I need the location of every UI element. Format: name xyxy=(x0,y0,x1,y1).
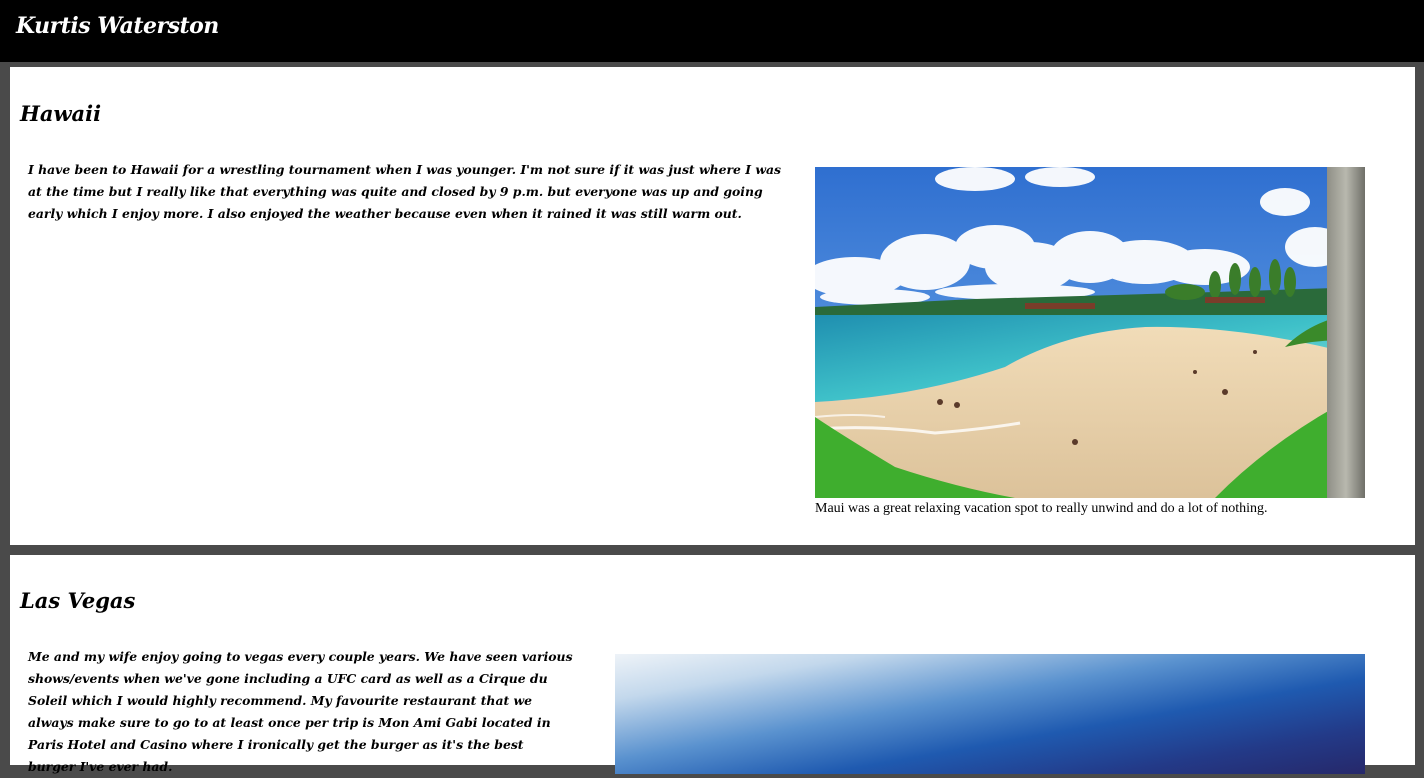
site-title[interactable]: Kurtis Waterston xyxy=(16,13,219,39)
hawaii-text: I have been to Hawaii for a wrestling to… xyxy=(28,162,782,221)
las-vegas-text: Me and my wife enjoy going to vegas ever… xyxy=(28,649,573,774)
hawaii-title: Hawaii xyxy=(20,101,102,126)
las-vegas-title: Las Vegas xyxy=(20,588,136,613)
las-vegas-section: Las Vegas Me and my wife enjoy going to … xyxy=(10,555,1415,774)
hawaii-section: Hawaii I have been to Hawaii for a wrest… xyxy=(10,67,1415,545)
hawaii-caption: Maui was a great relaxing vacation spot … xyxy=(815,501,1268,516)
hawaii-beach-photo xyxy=(815,167,1365,498)
site-header: Kurtis Waterston xyxy=(0,0,1424,62)
las-vegas-photo xyxy=(615,654,1365,774)
